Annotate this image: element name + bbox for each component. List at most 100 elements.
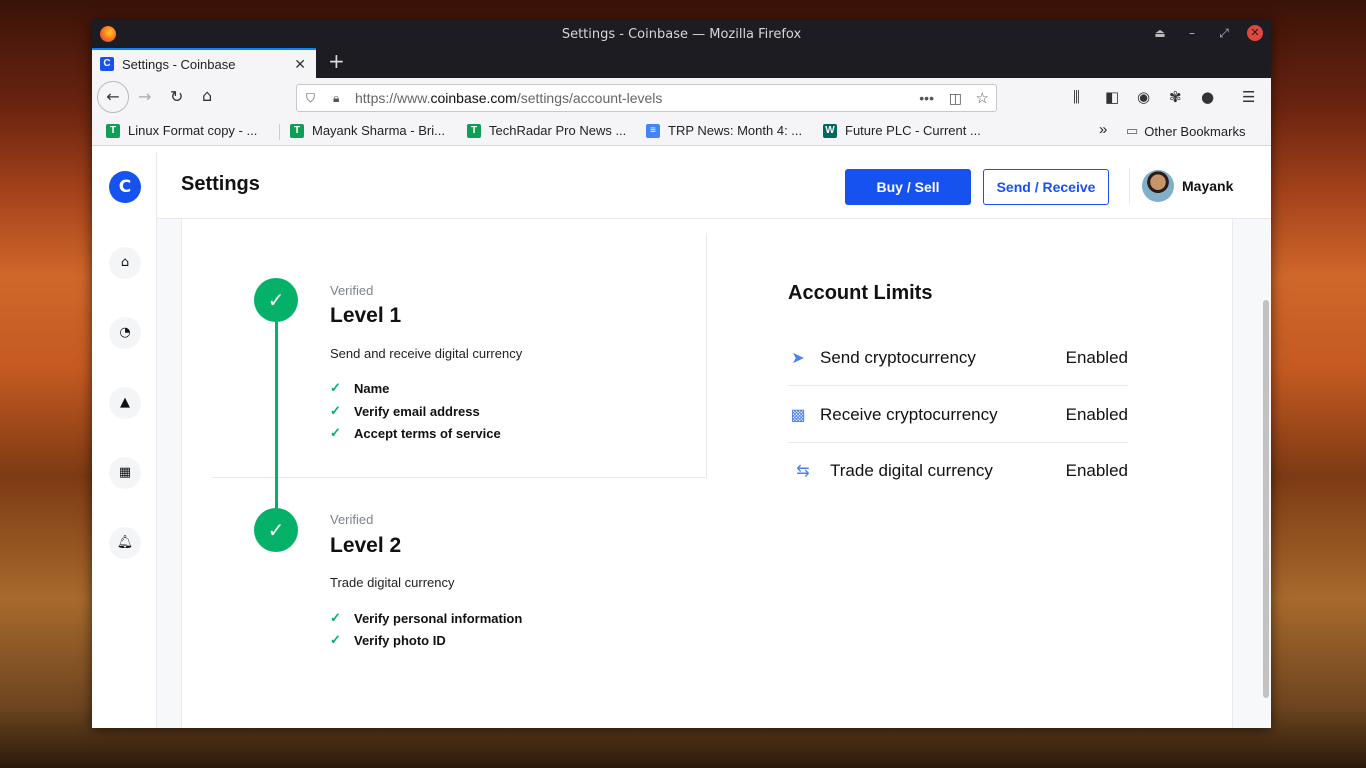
bookmark-label: Future PLC - Current ... — [845, 123, 981, 138]
requirement-item: ✓ Verify email address — [330, 403, 480, 419]
sidebar-toggle-icon[interactable]: ◧ — [1105, 88, 1119, 106]
reload-icon[interactable]: ↻ — [170, 87, 183, 106]
firefox-logo-icon — [100, 26, 116, 42]
library-icon[interactable]: ⫼ — [1073, 88, 1080, 106]
tab-settings-coinbase[interactable]: C Settings - Coinbase ✕ — [92, 48, 316, 78]
page-actions-icon[interactable]: ••• — [919, 90, 934, 106]
level-status: Verified — [330, 512, 374, 527]
limit-label: Send cryptocurrency — [820, 347, 976, 367]
check-icon: ✓ — [330, 610, 341, 625]
main-content: ✓ Verified Level 1 Send and receive digi… — [157, 219, 1271, 728]
extension-icon[interactable]: ● — [1201, 88, 1214, 106]
notifications-bell-icon[interactable]: 🔔︎ — [109, 527, 141, 559]
keep-above-icon[interactable]: ⏏ — [1151, 26, 1169, 40]
limit-label: Receive cryptocurrency — [820, 404, 998, 424]
url-prefix: https://www. — [355, 90, 431, 106]
bookmark-item[interactable]: T Mayank Sharma - Bri... — [290, 123, 445, 138]
account-icon[interactable]: ◉ — [1137, 88, 1150, 106]
other-bookmarks[interactable]: ▭ Other Bookmarks — [1126, 123, 1245, 139]
qr-code-icon: ▩ — [790, 406, 806, 424]
check-icon: ✓ — [330, 632, 341, 647]
bookmark-label: Mayank Sharma - Bri... — [312, 123, 445, 138]
page-title: Settings — [181, 173, 260, 195]
level-description: Trade digital currency — [330, 575, 455, 590]
requirement-item: ✓ Accept terms of service — [330, 425, 501, 441]
bookmark-item[interactable]: W Future PLC - Current ... — [823, 123, 981, 138]
extension-gnome-icon[interactable]: ✾ — [1169, 88, 1182, 106]
forward-icon[interactable]: → — [138, 87, 151, 106]
requirement-item: ✓ Name — [330, 380, 390, 396]
requirement-item: ✓ Verify personal information — [330, 610, 523, 626]
home-nav-icon[interactable]: ⌂ — [109, 247, 141, 279]
coinbase-logo-icon[interactable]: C — [109, 171, 141, 203]
level-1-check-icon: ✓ — [254, 278, 298, 322]
limit-status: Enabled — [1065, 461, 1128, 480]
bookmark-item[interactable]: ≡ TRP News: Month 4: ... — [646, 123, 802, 138]
prices-chart-icon[interactable]: ▲ — [109, 387, 141, 419]
send-receive-button[interactable]: Send / Receive — [983, 169, 1109, 205]
account-limits-title: Account Limits — [788, 282, 933, 304]
trade-icon: ⇆ — [796, 463, 810, 480]
close-window-icon[interactable]: ✕ — [1247, 25, 1263, 41]
progress-line — [275, 321, 278, 521]
workplace-icon: W — [823, 123, 837, 138]
sidebar: C ⌂ ◔ ▲ ▦ 🔔︎ — [92, 152, 157, 728]
minimize-icon[interactable]: – — [1183, 26, 1201, 40]
sheets-icon: T — [106, 123, 120, 138]
limit-row-send: ➤ Send cryptocurrency Enabled — [788, 330, 1128, 386]
sheets-icon: T — [290, 123, 304, 138]
level-title: Level 2 — [330, 534, 402, 557]
limit-status: Enabled — [1065, 404, 1128, 424]
account-levels-card: ✓ Verified Level 1 Send and receive digi… — [181, 219, 1233, 728]
tracking-shield-icon[interactable]: ⛉ — [306, 91, 315, 106]
level-status: Verified — [330, 283, 374, 298]
coinbase-favicon-icon: C — [100, 57, 114, 71]
maximize-icon[interactable]: ⤢ — [1215, 26, 1233, 41]
bookmark-label: TechRadar Pro News ... — [489, 123, 627, 138]
user-name[interactable]: Mayank — [1182, 178, 1233, 194]
portfolio-pie-icon[interactable]: ◔ — [109, 317, 141, 349]
bookmark-label: TRP News: Month 4: ... — [668, 123, 803, 138]
send-icon: ➤ — [791, 349, 805, 367]
level-2-check-icon: ✓ — [254, 508, 298, 552]
lock-icon[interactable]: 🔒︎ — [333, 91, 339, 106]
other-bookmarks-label: Other Bookmarks — [1144, 123, 1246, 139]
new-tab-icon[interactable]: + — [328, 49, 345, 73]
limit-label: Trade digital currency — [830, 461, 993, 480]
home-icon[interactable]: ⌂ — [202, 86, 212, 105]
page-scrollbar[interactable] — [1263, 300, 1269, 698]
page-header: Settings Buy / Sell Send / Receive Mayan… — [157, 152, 1271, 219]
requirement-item: ✓ Verify photo ID — [330, 632, 446, 648]
url-host: coinbase.com — [430, 90, 517, 106]
coinbase-page: C ⌂ ◔ ▲ ▦ 🔔︎ Settings Buy / Sell Send / … — [92, 152, 1271, 728]
tab-bar: C Settings - Coinbase ✕ + — [92, 48, 1271, 78]
level-title: Level 1 — [330, 304, 402, 327]
docs-icon: ≡ — [646, 123, 660, 138]
menu-icon[interactable]: ☰ — [1242, 88, 1255, 106]
folder-icon: ▭ — [1126, 123, 1139, 138]
back-icon[interactable]: ← — [97, 81, 129, 113]
check-icon: ✓ — [330, 380, 341, 395]
bookmark-star-icon[interactable]: ☆ — [976, 89, 989, 107]
window-title: Settings - Coinbase — Mozilla Firefox — [561, 26, 802, 42]
bookmark-item[interactable]: T TechRadar Pro News ... — [467, 123, 626, 138]
check-icon: ✓ — [330, 403, 341, 418]
pocket-icon[interactable]: ◫ — [949, 90, 962, 107]
url-bar[interactable]: ⛉ 🔒︎ https://www. coinbase.com/settings/a… — [296, 84, 997, 112]
limit-row-receive: ▩ Receive cryptocurrency Enabled — [788, 387, 1128, 443]
limit-status: Enabled — [1065, 347, 1128, 367]
level-description: Send and receive digital currency — [330, 346, 523, 361]
bookmark-label: Linux Format copy - ... — [128, 123, 258, 138]
window-controls: ⏏ – ⤢ ✕ — [1151, 25, 1263, 41]
url-path: /settings/account-levels — [516, 90, 663, 106]
firefox-window: Settings - Coinbase — Mozilla Firefox ⏏ … — [92, 20, 1271, 728]
more-bookmarks-chevron-icon[interactable]: » — [1099, 121, 1107, 138]
navigation-bar: ← → ↻ ⌂ ⛉ 🔒︎ https://www. coinbase.com/se… — [92, 78, 1271, 116]
buy-sell-button[interactable]: Buy / Sell — [845, 169, 971, 205]
avatar[interactable] — [1142, 170, 1174, 202]
bookmark-item[interactable]: T Linux Format copy - ... — [106, 123, 257, 138]
close-tab-icon[interactable]: ✕ — [294, 56, 306, 73]
bookmarks-toolbar: T Linux Format copy - ... T Mayank Sharm… — [92, 116, 1271, 146]
sheets-icon: T — [467, 123, 481, 138]
dashboard-icon[interactable]: ▦ — [109, 457, 141, 489]
